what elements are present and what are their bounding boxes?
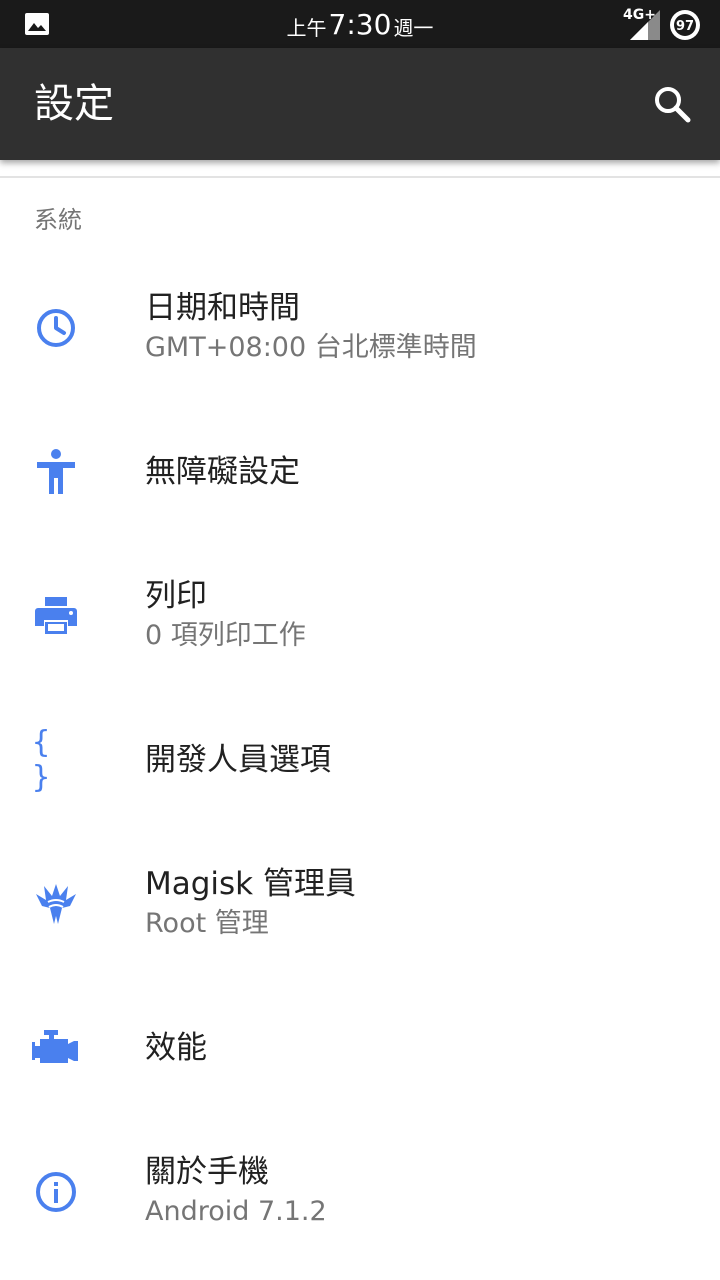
- clock-ampm: 上午: [286, 15, 327, 40]
- braces-icon: { }: [32, 725, 57, 795]
- clock-icon: [37, 309, 75, 347]
- item-title: 無障礙設定: [145, 454, 300, 490]
- item-title: 關於手機: [145, 1154, 269, 1190]
- item-summary: 0 項列印工作: [145, 620, 306, 651]
- item-summary: GMT+08:00 台北標準時間: [145, 332, 477, 363]
- settings-item-accessibility[interactable]: 無障礙設定: [0, 400, 720, 544]
- item-title: 列印: [145, 578, 207, 614]
- clock-weekday: 週一: [393, 15, 434, 40]
- battery-level: 97: [676, 19, 694, 34]
- engine-icon: [32, 1030, 78, 1063]
- accessibility-icon: [37, 449, 75, 494]
- settings-list: 日期和時間 GMT+08:00 台北標準時間 無障礙設定 列印 0 項列印工作 …: [0, 256, 720, 1264]
- search-button[interactable]: [646, 78, 698, 130]
- item-summary: Root 管理: [145, 908, 269, 939]
- status-clock: 上午 7:30 週一: [0, 0, 720, 48]
- item-title: 開發人員選項: [145, 742, 331, 778]
- info-icon: [36, 1172, 76, 1212]
- item-title: 日期和時間: [145, 290, 300, 326]
- section-header-system: 系統: [34, 206, 82, 234]
- printer-icon: [35, 597, 77, 634]
- page-title: 設定: [34, 81, 114, 127]
- status-bar: 上午 7:30 週一 4G+ 97: [0, 0, 720, 48]
- magisk-icon: [36, 884, 76, 924]
- item-title: 效能: [145, 1030, 207, 1066]
- network-type: 4G+: [623, 7, 656, 23]
- battery-icon: 97: [670, 10, 700, 40]
- settings-item-developer-options[interactable]: { } 開發人員選項: [0, 688, 720, 832]
- app-bar: 設定: [0, 48, 720, 160]
- search-icon: [655, 87, 691, 123]
- item-summary: Android 7.1.2: [145, 1196, 327, 1227]
- settings-item-magisk[interactable]: Magisk 管理員 Root 管理: [0, 832, 720, 976]
- settings-item-about-phone[interactable]: 關於手機 Android 7.1.2: [0, 1120, 720, 1264]
- clock-time: 7:30: [328, 7, 392, 41]
- settings-item-printing[interactable]: 列印 0 項列印工作: [0, 544, 720, 688]
- settings-item-date-time[interactable]: 日期和時間 GMT+08:00 台北標準時間: [0, 256, 720, 400]
- item-title: Magisk 管理員: [145, 866, 356, 902]
- settings-item-performance[interactable]: 效能: [0, 976, 720, 1120]
- divider: [0, 176, 720, 178]
